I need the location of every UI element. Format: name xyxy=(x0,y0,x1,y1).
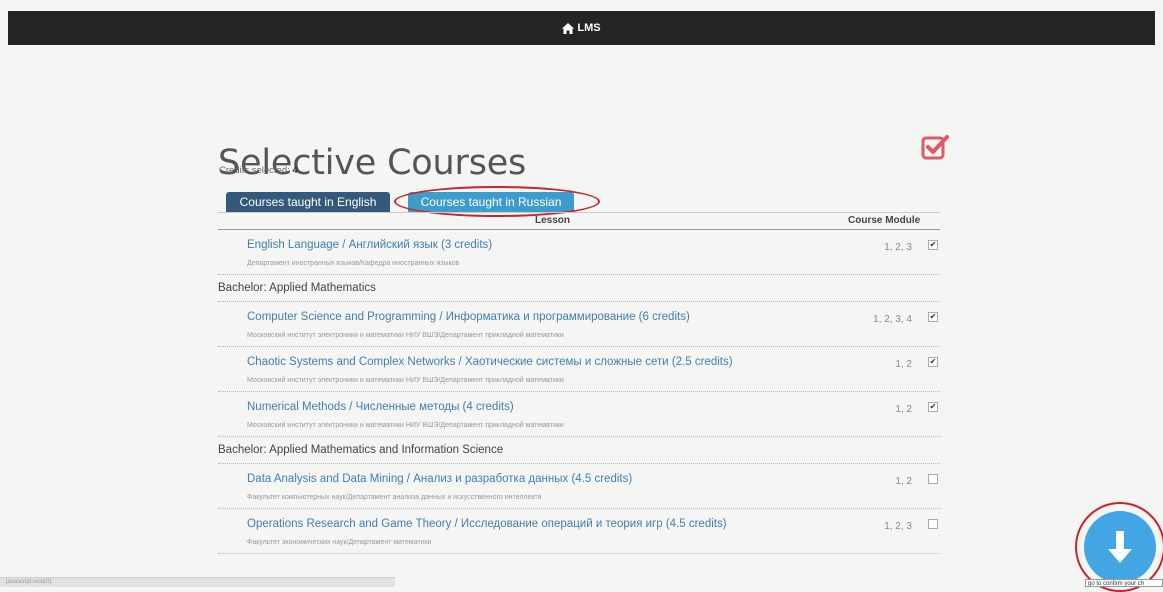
home-link[interactable]: LMS xyxy=(562,22,601,34)
table-row: Computer Science and Programming / Инфор… xyxy=(218,302,940,347)
course-department: Московский институт электроники и матема… xyxy=(247,422,564,429)
table-row: Operations Research and Game Theory / Ис… xyxy=(218,509,940,554)
course-checkbox[interactable] xyxy=(928,474,938,484)
course-link[interactable]: English Language / Английский язык (3 cr… xyxy=(247,239,492,251)
table-row: Numerical Methods / Численные методы (4 … xyxy=(218,392,940,437)
course-checkbox[interactable]: ✔ xyxy=(928,240,938,250)
home-icon xyxy=(562,22,575,34)
column-header-lesson: Lesson xyxy=(535,215,571,226)
tooltip: go to confirm your ch xyxy=(1085,579,1163,587)
course-checkbox[interactable]: ✔ xyxy=(928,357,938,367)
group-header: Bachelor: Applied Mathematics xyxy=(218,275,940,302)
credits-summary: Credits selected: 4 xyxy=(219,165,298,176)
credits-label: Credits selected: xyxy=(219,165,290,176)
course-modules: 1, 2 xyxy=(895,476,912,487)
course-department: Московский институт электроники и матема… xyxy=(247,332,564,339)
course-modules: 1, 2 xyxy=(895,404,912,415)
course-link[interactable]: Computer Science and Programming / Инфор… xyxy=(247,311,690,323)
credits-value: 4 xyxy=(292,165,298,176)
table-row: Chaotic Systems and Complex Networks / Х… xyxy=(218,347,940,392)
course-checkbox[interactable] xyxy=(928,519,938,529)
course-link[interactable]: Data Analysis and Data Mining / Анализ и… xyxy=(247,473,632,485)
course-checkbox[interactable]: ✔ xyxy=(928,402,938,412)
course-modules: 1, 2, 3 xyxy=(884,521,912,532)
column-header-course-module: Course Module xyxy=(848,215,921,226)
table-row: English Language / Английский язык (3 cr… xyxy=(218,230,940,275)
course-department: Факультет экономических наук/Департамент… xyxy=(247,539,432,546)
page-title: Selective Courses xyxy=(218,143,527,184)
course-modules: 1, 2 xyxy=(895,359,912,370)
course-checkbox[interactable]: ✔ xyxy=(928,312,938,322)
check-square-icon xyxy=(921,135,949,160)
course-link[interactable]: Numerical Methods / Численные методы (4 … xyxy=(247,401,514,413)
app-title: LMS xyxy=(577,22,601,34)
group-header: Bachelor: Applied Mathematics and Inform… xyxy=(218,437,940,464)
course-modules: 1, 2, 3 xyxy=(884,242,912,253)
course-department: Департамент иностранных языков/Кафедра и… xyxy=(247,260,460,267)
arrow-down-icon xyxy=(1108,531,1132,563)
course-department: Факультет компьютерных наук/Департамент … xyxy=(247,494,542,501)
course-link[interactable]: Chaotic Systems and Complex Networks / Х… xyxy=(247,356,733,368)
table-header: Lesson Course Module xyxy=(218,212,940,230)
course-modules: 1, 2, 3, 4 xyxy=(873,314,912,325)
status-bar: javascript:void(0) xyxy=(0,577,395,587)
table-row: Data Analysis and Data Mining / Анализ и… xyxy=(218,464,940,509)
courses-table: Lesson Course Module English Language / … xyxy=(218,212,940,554)
tab-courses-english[interactable]: Courses taught in English xyxy=(226,192,390,212)
course-department: Московский институт электроники и матема… xyxy=(247,377,564,384)
tab-courses-russian[interactable]: Courses taught in Russian xyxy=(408,192,574,212)
scroll-down-button[interactable] xyxy=(1084,511,1156,583)
top-navbar: LMS xyxy=(8,11,1155,45)
course-link[interactable]: Operations Research and Game Theory / Ис… xyxy=(247,518,727,530)
